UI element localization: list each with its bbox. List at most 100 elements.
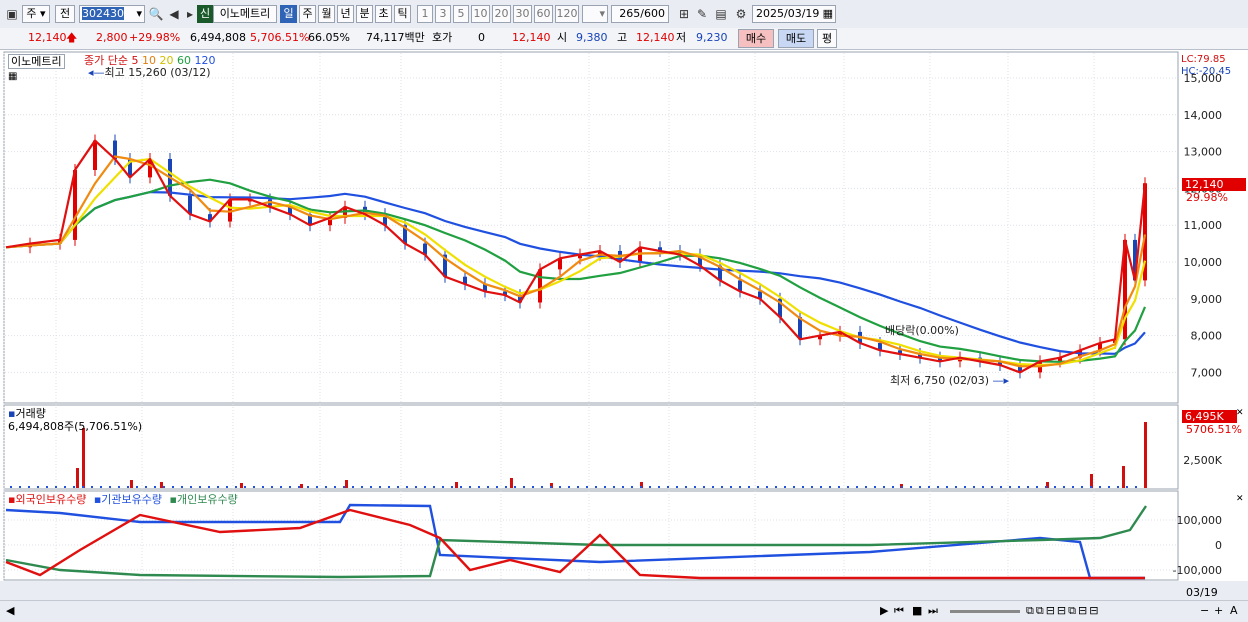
- text-tool-icon[interactable]: A: [1230, 604, 1238, 617]
- eval-button[interactable]: 평: [817, 29, 837, 48]
- count-1[interactable]: 1: [417, 5, 433, 23]
- stop-icon[interactable]: ■: [912, 604, 922, 617]
- volume-bar-small: [784, 486, 786, 488]
- volume-bar-small: [838, 486, 840, 488]
- volume-bar-small: [595, 486, 597, 488]
- jump-end-icon[interactable]: ⏭: [928, 604, 938, 617]
- search-icon[interactable]: 🔍: [148, 5, 164, 23]
- count-5[interactable]: 5: [453, 5, 469, 23]
- volume-bar-small: [271, 486, 273, 488]
- code-input[interactable]: 302430 ▾: [79, 5, 145, 23]
- volume-bar-small: [442, 486, 444, 488]
- sell-button[interactable]: 매도: [778, 29, 814, 48]
- volume-bar-small: [1063, 486, 1065, 488]
- range-total: /600: [640, 7, 665, 20]
- prev-button[interactable]: 전: [55, 5, 75, 23]
- jump-start-icon[interactable]: ⏮: [894, 604, 904, 617]
- volume-bar: [1144, 422, 1147, 488]
- volume-bar-small: [478, 486, 480, 488]
- scroll-bar[interactable]: ◀ ▶ ⏮ ■ ⏭ ⧉⧉⊟⊟⧉⊟⊟ − + A: [0, 600, 1248, 622]
- zoom-in-icon[interactable]: +: [1214, 604, 1223, 617]
- volume-bar-small: [541, 486, 543, 488]
- volume-bar-small: [1036, 486, 1038, 488]
- volume-title-text: 거래량: [15, 407, 46, 420]
- volume-bar-small: [1126, 486, 1128, 488]
- count-select[interactable]: ▾: [582, 5, 608, 23]
- period-second[interactable]: 초: [375, 5, 392, 23]
- volume-bar-small: [199, 486, 201, 488]
- hc-value: HC:-20.45: [1181, 66, 1232, 77]
- volume-bar-small: [793, 486, 795, 488]
- volume-bar-small: [28, 486, 30, 488]
- volume-bar-small: [955, 486, 957, 488]
- buy-button[interactable]: 매수: [738, 29, 774, 48]
- calendar-icon[interactable]: ▦: [823, 6, 835, 22]
- high-label: 고: [617, 31, 628, 44]
- count-3[interactable]: 3: [435, 5, 451, 23]
- count-dropdown-icon[interactable]: ▾: [599, 6, 607, 22]
- indiv-legend: ▪개인보유수량: [169, 493, 238, 506]
- foreign-legend: ▪외국인보유수량: [8, 493, 87, 506]
- gear-icon[interactable]: ⚙: [733, 5, 749, 23]
- volume-bar: [1122, 466, 1125, 488]
- change-pct: +29.98%: [129, 31, 181, 44]
- period-week[interactable]: 주: [299, 5, 316, 23]
- volume-bar-small: [55, 486, 57, 488]
- chevron-icon[interactable]: ▸: [182, 5, 198, 23]
- volume-title: ▪거래량: [8, 407, 46, 420]
- volume-bar: [1090, 474, 1093, 488]
- volume-bar-small: [46, 486, 48, 488]
- volume-close-icon[interactable]: ✕: [1236, 407, 1244, 420]
- volume-bar-small: [91, 486, 93, 488]
- period-minute[interactable]: 분: [356, 5, 373, 23]
- price-axis-label: 14,000: [1184, 109, 1223, 122]
- tool-icons[interactable]: ⧉⧉⊟⊟⧉⊟⊟: [1026, 604, 1100, 617]
- zoom-out-icon[interactable]: −: [1200, 604, 1209, 617]
- volume-bar-small: [424, 486, 426, 488]
- volume-bar-small: [109, 486, 111, 488]
- volume-bar-small: [514, 486, 516, 488]
- save-icon[interactable]: ▤: [713, 5, 729, 23]
- count-10[interactable]: 10: [471, 5, 490, 23]
- date-input[interactable]: 2025/03/19 ▦: [752, 5, 836, 23]
- high-annotation-text: 최고 15,260 (03/12): [104, 66, 211, 79]
- period-tick[interactable]: 틱: [394, 5, 411, 23]
- grid-icon[interactable]: ▦: [8, 70, 17, 83]
- scroll-left-icon[interactable]: ◀: [6, 604, 14, 617]
- volume-bar-small: [757, 486, 759, 488]
- volume-bar-small: [775, 486, 777, 488]
- candle-icon[interactable]: ⊞: [676, 5, 692, 23]
- count-120[interactable]: 120: [555, 5, 579, 23]
- volume-bar-small: [496, 486, 498, 488]
- low-annotation: 최저 6,750 (02/03) —▸: [890, 374, 1009, 387]
- volume-bar-small: [928, 486, 930, 488]
- window-icon[interactable]: ▣: [4, 5, 20, 23]
- volume-bar-small: [1117, 486, 1119, 488]
- count-30[interactable]: 30: [513, 5, 532, 23]
- market-select[interactable]: 주 ▾: [22, 5, 50, 23]
- volume-bar-small: [739, 486, 741, 488]
- code-dropdown-icon[interactable]: ▾: [136, 6, 144, 22]
- volume-value: 6,494,808: [190, 31, 246, 44]
- zoom-slider[interactable]: [950, 610, 1020, 613]
- speaker-icon[interactable]: ◀: [166, 5, 182, 23]
- volume-bar-small: [676, 486, 678, 488]
- count-60[interactable]: 60: [534, 5, 553, 23]
- period-day[interactable]: 일: [280, 5, 297, 23]
- candle-body: [538, 269, 542, 303]
- volume-bar-small: [559, 486, 561, 488]
- range-input[interactable]: 265/600: [611, 5, 669, 23]
- holding-legend: ▪외국인보유수량 ▪기관보유수량 ▪개인보유수량: [8, 493, 238, 506]
- scroll-right-icon[interactable]: ▶: [880, 604, 888, 617]
- volume-bar-small: [316, 486, 318, 488]
- holding-close-icon[interactable]: ✕: [1236, 493, 1244, 506]
- count-20[interactable]: 20: [492, 5, 511, 23]
- chart-svg[interactable]: 15,00014,00013,00012,00011,00010,0009,00…: [0, 50, 1248, 602]
- period-month[interactable]: 월: [318, 5, 335, 23]
- volume-bar-small: [190, 486, 192, 488]
- low-annotation-text: 최저 6,750 (02/03): [890, 374, 990, 387]
- chart-area[interactable]: 15,00014,00013,00012,00011,00010,0009,00…: [0, 50, 1248, 602]
- draw-line-icon[interactable]: ✎: [694, 5, 710, 23]
- period-year[interactable]: 년: [337, 5, 354, 23]
- quote-value: 0: [478, 31, 485, 44]
